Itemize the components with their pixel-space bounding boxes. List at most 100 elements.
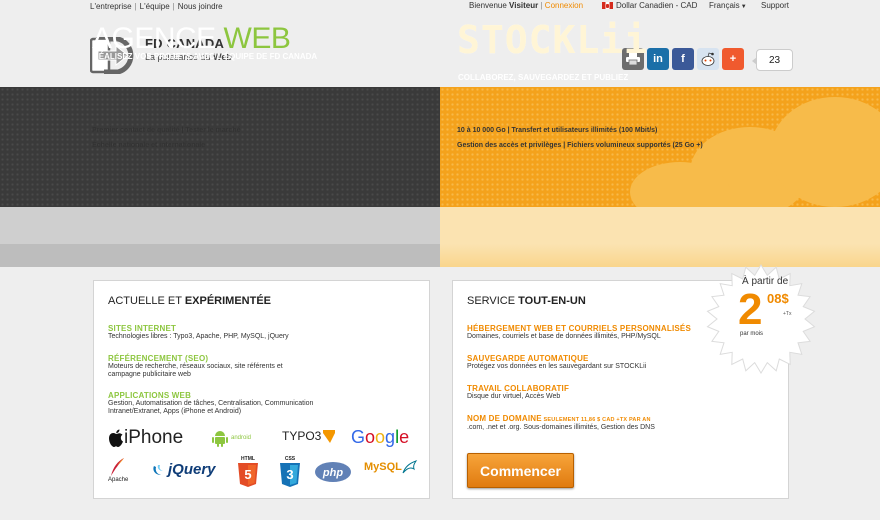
nav-team-link[interactable]: L'équipe (140, 2, 170, 11)
service-heading-main: NOM DE DOMAINE (467, 414, 542, 423)
mysql-label: MySQL (364, 461, 402, 473)
service-heading[interactable]: TRAVAIL COLLABORATIF (467, 385, 777, 393)
panel-title-b: TOUT-EN-UN (518, 295, 586, 307)
technology-logos: iPhone android TYPO3 Google Apache jQuer… (108, 427, 418, 489)
plus-icon[interactable]: + (722, 48, 744, 70)
apache-feather-icon (111, 458, 124, 476)
support-link[interactable]: Support (761, 1, 789, 10)
html-label: HTML (241, 456, 255, 462)
linkedin-icon[interactable]: in (647, 48, 669, 70)
google-letter: e (399, 427, 410, 447)
typo3-logo: TYPO3 (282, 429, 336, 443)
chevron-down-icon: ▼ (740, 4, 747, 10)
php-logo: php (314, 461, 352, 483)
apache-label: Apache (108, 477, 129, 483)
php-label: php (322, 467, 343, 479)
canada-flag-icon (602, 2, 613, 9)
stocklii-title: STOCKLii (457, 18, 649, 62)
reddit-icon[interactable] (697, 48, 719, 70)
html5-icon: HTML 5 (238, 456, 258, 487)
nav-company-link[interactable]: L'entreprise (90, 2, 132, 11)
svg-text:5: 5 (244, 467, 251, 482)
jquery-icon (153, 464, 163, 475)
google-letter: g (385, 427, 396, 447)
google-letter: o (365, 427, 376, 447)
agence-info-strip (0, 207, 440, 244)
panel-title-a: ACTUELLE ET (108, 295, 185, 307)
login-link[interactable]: Connexion (545, 1, 583, 10)
service-text: Gestion, Automatisation de tâches, Centr… (108, 400, 314, 415)
google-logo: Google (351, 427, 409, 448)
language-label: Français (709, 1, 740, 10)
stocklii-info-line: Gestion des accès et privilèges | Fichie… (457, 142, 703, 149)
css-label: CSS (285, 456, 296, 462)
welcome-text: Bienvenue Visiteur | Connexion (469, 1, 583, 10)
css3-icon: CSS 3 (280, 456, 300, 487)
start-button[interactable]: Commencer (467, 453, 574, 488)
panel-title-b: EXPÉRIMENTÉE (184, 295, 272, 307)
google-letter: o (375, 427, 386, 447)
agence-info-line: Échelle nationale et internationale (92, 142, 206, 149)
price-tax: +Tx (783, 311, 792, 317)
share-count: 23 (752, 49, 793, 71)
price-period: par mois (740, 331, 764, 337)
price-amount: 2 (738, 285, 763, 334)
apple-icon (109, 429, 123, 447)
service-heading-note: SEULEMENT 11,86 $ CAD +TX PAR AN (541, 417, 651, 423)
service-text: Disque dur virtuel, Accès Web (467, 393, 561, 400)
iphone-logo: iPhone (108, 427, 183, 449)
panel-title: SERVICE TOUT-EN-UN (467, 295, 586, 307)
stocklii-info-line: 10 à 10 000 Go | Transfert et utilisateu… (457, 127, 658, 134)
google-letter: G (351, 427, 366, 447)
agence-info-line: Premier contact de qualité | Tester le m… (92, 127, 241, 134)
css3-logo: CSS 3 (279, 455, 301, 487)
agence-web-subtitle: RÉALISEZ VOS PROJETS AVEC L'ÉQUIPE DE FD… (93, 52, 318, 61)
service-item: APPLICATIONS WEB Gestion, Automatisation… (108, 392, 418, 416)
jquery-label: jQuery (168, 461, 216, 478)
services-panel: ACTUELLE ET EXPÉRIMENTÉE SITES INTERNET … (93, 280, 430, 499)
price-cents: 08$ (767, 291, 789, 306)
stocklii-info-strip (440, 207, 880, 244)
welcome-label: Bienvenue (469, 1, 507, 10)
service-item: RÉFÉRENCEMENT (SEO) Moteurs de recherche… (108, 355, 418, 379)
banner-fade (0, 244, 440, 267)
agence-web-title: AGENCE WEB (92, 22, 291, 56)
php-icon: php (315, 462, 351, 482)
currency-selector[interactable]: Dollar Canadien - CAD (602, 1, 697, 10)
mysql-logo: MySQL (364, 459, 418, 475)
service-heading[interactable]: SITES INTERNET (108, 325, 418, 333)
android-icon (212, 431, 228, 447)
service-heading[interactable]: APPLICATIONS WEB (108, 392, 418, 400)
panel-title-a: SERVICE (467, 295, 519, 307)
service-item: TRAVAIL COLLABORATIF Disque dur virtuel,… (467, 385, 777, 401)
facebook-icon[interactable]: f (672, 48, 694, 70)
service-item: NOM DE DOMAINE SEULEMENT 11,86 $ CAD +TX… (467, 415, 777, 432)
currency-label: Dollar Canadien - CAD (616, 1, 698, 10)
service-heading[interactable]: RÉFÉRENCEMENT (SEO) (108, 355, 418, 363)
agence-title-a: AGENCE (92, 22, 224, 55)
android-logo: android (212, 429, 251, 447)
separator: | (540, 1, 543, 10)
nav-contact-link[interactable]: Nous joindre (178, 2, 223, 11)
service-text: Technologies libres : Typo3, Apache, PHP… (108, 333, 289, 340)
separator: | (172, 2, 175, 11)
hero-banner (0, 87, 880, 267)
language-selector[interactable]: Français▼ (709, 1, 747, 10)
agence-title-b: WEB (223, 22, 291, 55)
separator: | (134, 2, 137, 11)
svg-text:3: 3 (286, 467, 293, 482)
agence-web-banner[interactable] (0, 87, 440, 207)
visitor-name: Visiteur (509, 1, 539, 10)
service-item: SITES INTERNET Technologies libres : Typ… (108, 325, 418, 341)
android-label: android (231, 435, 252, 441)
typo3-icon (323, 430, 336, 443)
panel-title: ACTUELLE ET EXPÉRIMENTÉE (108, 295, 271, 307)
top-bar: L'entreprise | L'équipe | Nous joindre Bienv… (0, 0, 880, 14)
service-heading[interactable]: NOM DE DOMAINE SEULEMENT 11,86 $ CAD +TX… (467, 415, 777, 424)
stocklii-subtitle: COLLABOREZ, SAUVEGARDEZ ET PUBLIEZ (458, 73, 629, 82)
top-nav: L'entreprise | L'équipe | Nous joindre (90, 2, 223, 11)
iphone-label: iPhone (124, 427, 184, 448)
service-text: Moteurs de recherche, réseaux sociaux, s… (108, 363, 283, 378)
dolphin-icon (402, 460, 418, 474)
typo3-label: TYPO3 (282, 429, 322, 443)
